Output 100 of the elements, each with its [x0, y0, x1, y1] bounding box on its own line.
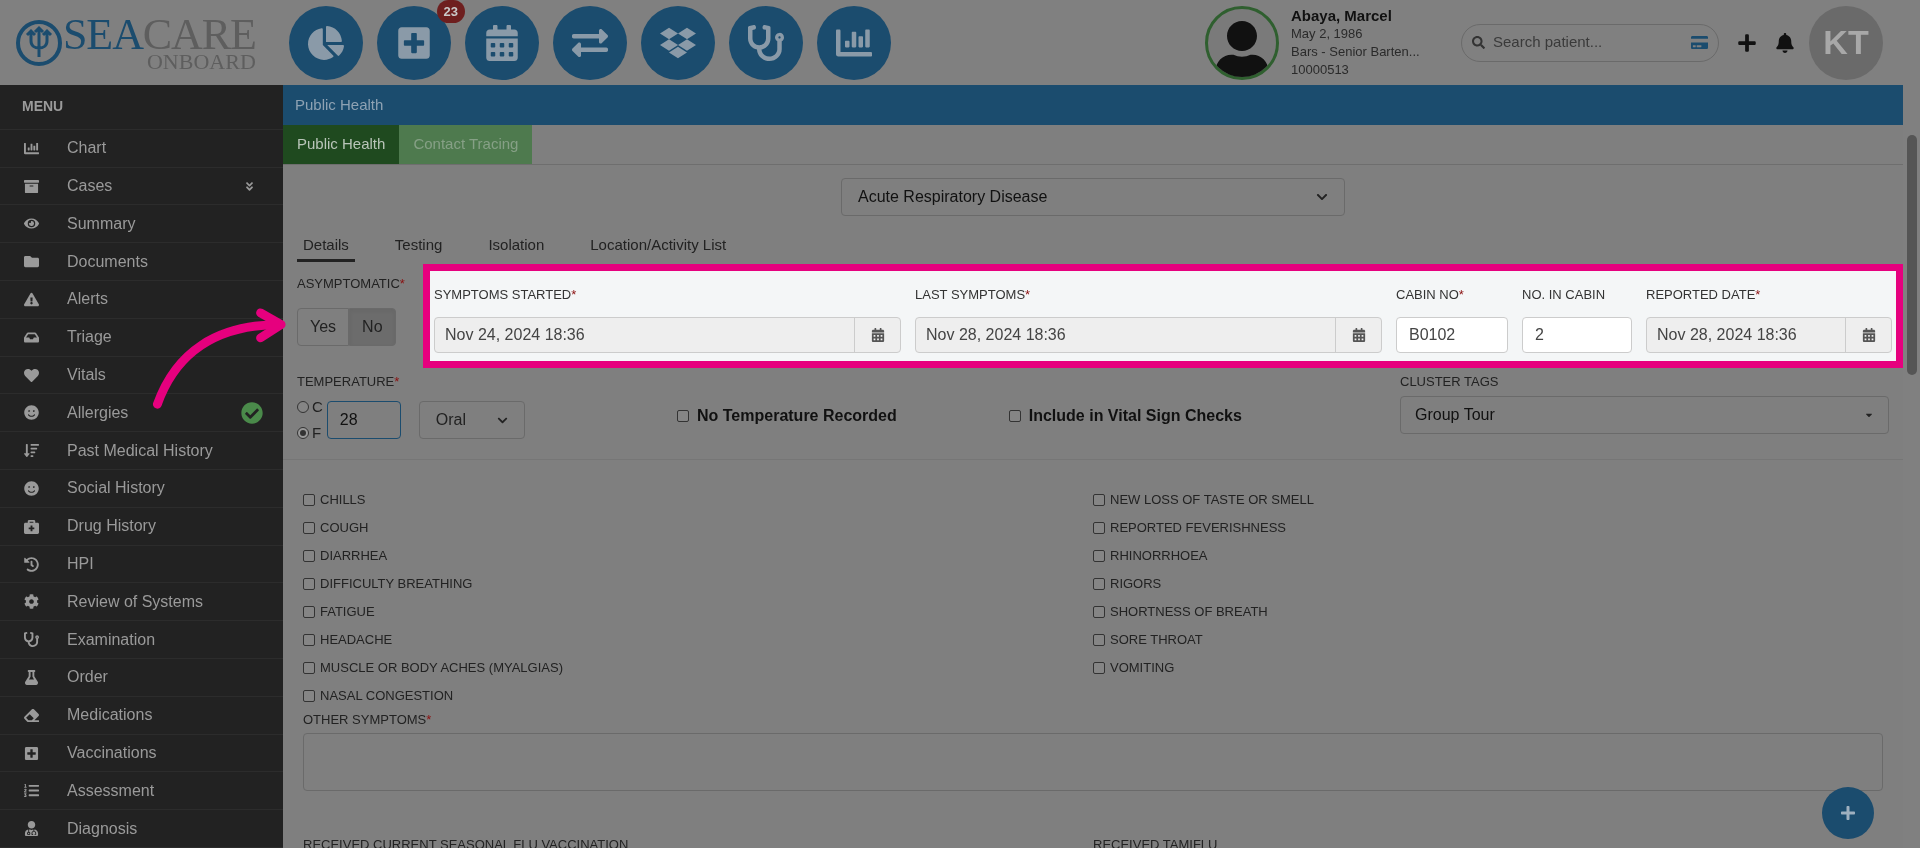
- sidebar-item[interactable]: Summary: [0, 205, 283, 244]
- checkbox[interactable]: [303, 577, 315, 590]
- checkbox[interactable]: [303, 521, 315, 534]
- checkbox-label: RIGORS: [1110, 575, 1162, 593]
- eraser-icon: [24, 707, 39, 723]
- radio-button[interactable]: [297, 400, 309, 413]
- text-field[interactable]: B0102: [1396, 316, 1508, 353]
- field-label: SYMPTOMS STARTED*: [434, 286, 578, 304]
- radio-label: C: [312, 396, 323, 417]
- tab[interactable]: Isolation: [482, 232, 551, 262]
- date-field[interactable]: Nov 28, 2024 18:36: [1646, 316, 1892, 353]
- eye-icon: [24, 216, 39, 232]
- checkbox[interactable]: [303, 493, 315, 506]
- text-field[interactable]: 2: [1522, 316, 1632, 353]
- sidebar-item[interactable]: HPI: [0, 545, 283, 584]
- checkbox-label: CHILLS: [320, 491, 366, 509]
- stethoscope-icon: [24, 632, 39, 648]
- sidebar-item[interactable]: Cases: [0, 167, 283, 206]
- folder-icon: [24, 254, 39, 270]
- search-input[interactable]: Search patient...: [1493, 31, 1683, 54]
- checkbox-label: Include in Vital Sign Checks: [1028, 406, 1242, 426]
- toggle-button[interactable]: Yes: [297, 307, 350, 346]
- sidebar-item[interactable]: Medications: [0, 696, 283, 735]
- tab[interactable]: Public Health: [283, 125, 400, 164]
- checkbox[interactable]: [1093, 633, 1105, 646]
- sidebar-item[interactable]: Past Medical History: [0, 432, 283, 471]
- checkbox[interactable]: [1093, 577, 1105, 590]
- archive-box-icon: [24, 178, 39, 194]
- checkbox[interactable]: [303, 633, 315, 646]
- field-label: LAST SYMPTOMS*: [915, 286, 1032, 304]
- checkbox[interactable]: [1093, 549, 1105, 562]
- sidebar-item[interactable]: Chart: [0, 129, 283, 168]
- card-icon[interactable]: [1691, 34, 1708, 51]
- checkbox[interactable]: [1008, 410, 1021, 422]
- checkbox-label: NASAL CONGESTION: [320, 687, 454, 705]
- double-chevron-icon: [244, 180, 255, 192]
- sidebar-item[interactable]: Assessment: [0, 772, 283, 811]
- checkbox-label: VOMITING: [1110, 659, 1175, 677]
- patient-name: Abaya, Marcel: [1291, 6, 1393, 25]
- checkbox-label: SORE THROAT: [1110, 631, 1203, 649]
- calendar-icon: [870, 327, 885, 342]
- toggle-button[interactable]: No: [349, 307, 396, 346]
- sidebar-item[interactable]: Examination: [0, 621, 283, 659]
- checkbox[interactable]: [1093, 521, 1105, 534]
- checkbox-label: SHORTNESS OF BREATH: [1110, 603, 1268, 621]
- sidebar-item[interactable]: Triage: [0, 318, 283, 357]
- sidebar-item[interactable]: Diagnosis: [0, 810, 283, 848]
- date-field[interactable]: Nov 24, 2024 18:36: [434, 316, 901, 353]
- radio-button[interactable]: [297, 427, 309, 440]
- patient-dob: May 2, 1986: [1291, 24, 1364, 43]
- logo-wordmark: SEACARE: [63, 12, 256, 57]
- menu-title: MENU: [22, 97, 64, 117]
- stethoscope-icon: [748, 24, 784, 61]
- method-select[interactable]: Oral: [418, 401, 525, 439]
- checkbox[interactable]: [303, 689, 315, 702]
- checkbox[interactable]: [677, 410, 689, 422]
- tab[interactable]: Location/Activity List: [584, 232, 733, 262]
- checkbox[interactable]: [1093, 605, 1105, 618]
- checkbox[interactable]: [303, 549, 315, 562]
- temperature-field[interactable]: 28: [326, 401, 401, 439]
- sidebar-item[interactable]: Documents: [0, 243, 283, 282]
- search-icon: [1472, 36, 1485, 49]
- checkbox-label: No Temperature Recorded: [697, 406, 897, 426]
- sidebar-item[interactable]: Vitals: [0, 356, 283, 395]
- flask-icon: [24, 669, 39, 685]
- checkbox-label: NEW LOSS OF TASTE OR SMELL: [1110, 491, 1314, 509]
- checkbox[interactable]: [303, 605, 315, 618]
- tab[interactable]: Details: [297, 232, 355, 262]
- checkbox-label: REPORTED FEVERISHNESS: [1110, 519, 1287, 537]
- sidebar-item[interactable]: Allergies: [0, 394, 283, 433]
- field-label: REPORTED DATE*: [1646, 286, 1762, 304]
- add-icon[interactable]: [1737, 32, 1757, 53]
- tab[interactable]: Testing: [388, 232, 449, 262]
- sidebar-item[interactable]: Drug History: [0, 507, 283, 546]
- sidebar-item[interactable]: Vaccinations: [0, 734, 283, 773]
- checkbox-label: RHINORRHOEA: [1110, 547, 1208, 565]
- checkbox[interactable]: [303, 661, 315, 674]
- disease-select[interactable]: Acute Respiratory Disease: [841, 178, 1345, 216]
- checkbox[interactable]: [1093, 493, 1105, 506]
- checkbox[interactable]: [1093, 661, 1105, 674]
- date-field[interactable]: Nov 28, 2024 18:36: [915, 316, 1382, 353]
- chevron-down-icon: [1316, 191, 1328, 203]
- sort-down-icon: [24, 443, 39, 459]
- sidebar-item[interactable]: Order: [0, 659, 283, 697]
- checkbox-label: HEADACHE: [320, 631, 393, 649]
- sidebar-item[interactable]: Social History: [0, 470, 283, 508]
- page-title: Public Health: [295, 94, 384, 115]
- sidebar-item[interactable]: Review of Systems: [0, 583, 283, 622]
- radio-label: F: [312, 423, 322, 443]
- checkbox-label: COUGH: [320, 519, 369, 537]
- field-label: CABIN NO*: [1396, 286, 1465, 304]
- add-fab-button[interactable]: [1822, 787, 1874, 839]
- settings-icon: [24, 594, 39, 610]
- cluster-tags-select[interactable]: Group Tour: [1400, 395, 1889, 434]
- sidebar-item[interactable]: Alerts: [0, 281, 283, 319]
- medical-bag-icon: [24, 518, 39, 534]
- doctor-icon: [24, 821, 39, 837]
- calendar-icon: [484, 24, 520, 61]
- bell-icon[interactable]: [1775, 32, 1795, 53]
- notification-badge: 23: [436, 0, 465, 23]
